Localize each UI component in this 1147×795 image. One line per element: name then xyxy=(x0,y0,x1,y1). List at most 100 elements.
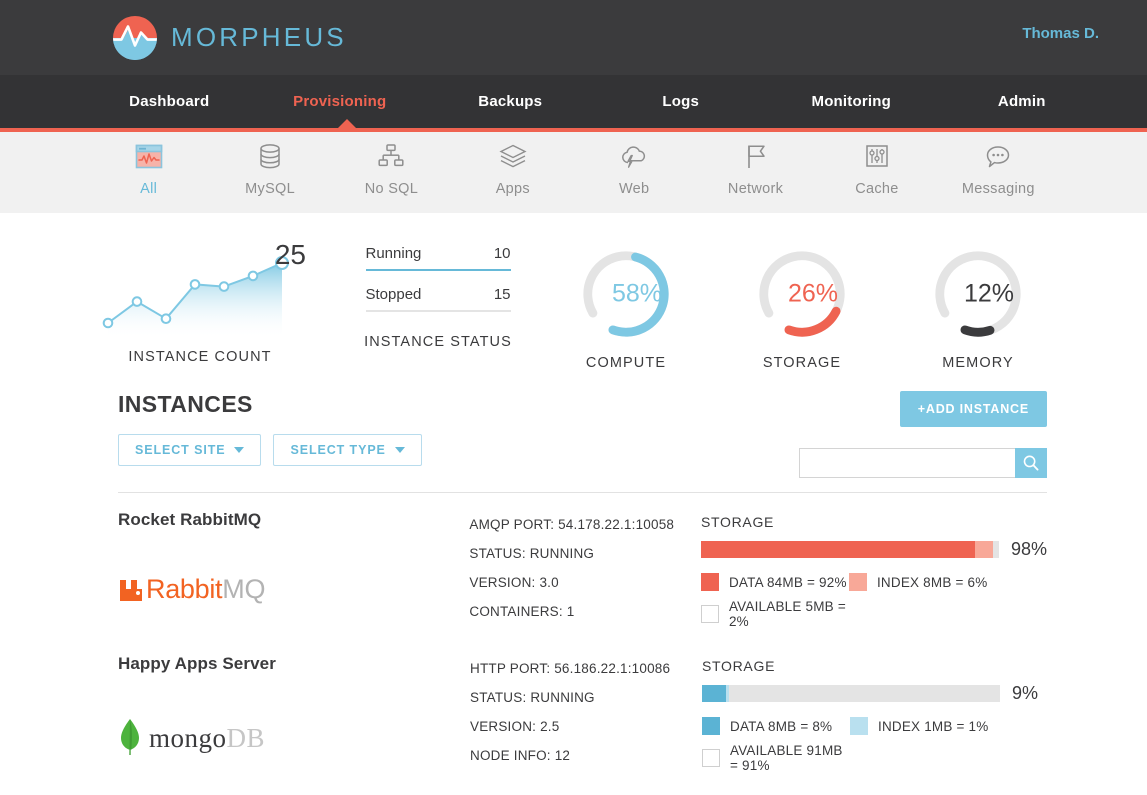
memory-gauge-value: 12% xyxy=(929,280,1027,309)
subnav-item-apps[interactable]: Apps xyxy=(452,140,573,197)
cloud-lightning-icon xyxy=(619,142,649,172)
instance-meta-line: HTTP PORT: 56.186.22.1:10086 xyxy=(470,661,702,676)
sliders-icon xyxy=(862,140,892,174)
rabbitmq-mark-icon xyxy=(118,577,144,603)
nav-item-provisioning[interactable]: Provisioning xyxy=(255,93,426,110)
database-cylinder-icon xyxy=(255,142,285,172)
brand[interactable]: MORPHEUS xyxy=(113,16,347,60)
storage-bar-segment xyxy=(975,541,993,558)
subnav-item-label: MySQL xyxy=(245,181,295,197)
memory-gauge-title: MEMORY xyxy=(942,355,1014,371)
morpheus-logo-icon xyxy=(113,16,157,60)
legend-swatch-index xyxy=(849,573,867,591)
instance-meta-line: STATUS: RUNNING xyxy=(470,690,702,705)
filter-label: SELECT SITE xyxy=(135,443,225,457)
storage-legend-item: DATA 8MB = 8% xyxy=(702,717,850,735)
status-value: 10 xyxy=(494,245,511,262)
instance-name[interactable]: Rocket RabbitMQ xyxy=(118,510,469,530)
add-instance-button[interactable]: +ADD INSTANCE xyxy=(900,391,1047,427)
storage-legend-item: INDEX 1MB = 1% xyxy=(850,717,988,735)
nav-active-pointer xyxy=(337,119,357,129)
instances-list: Rocket RabbitMQ RabbitMQ AMQP PORT: 54.1… xyxy=(0,493,1147,781)
storage-legend-line: AVAILABLE 91MB = 91% xyxy=(702,743,1047,773)
storage-legend-item: AVAILABLE 91MB = 91% xyxy=(702,743,850,773)
rabbitmq-logo: RabbitMQ xyxy=(118,574,469,605)
instance-logo: mongoDB xyxy=(118,718,470,758)
legend-label: DATA 8MB = 8% xyxy=(730,719,832,734)
subnav-item-all[interactable]: All xyxy=(88,140,209,197)
user-menu[interactable]: Thomas D. xyxy=(1022,25,1099,42)
storage-bar-segment xyxy=(729,685,1000,702)
subnav-item-label: Messaging xyxy=(962,181,1035,197)
compute-gauge: 58% xyxy=(577,245,675,343)
stat-instance-status: Running 10 Stopped 15 INSTANCE STATUS xyxy=(338,245,538,350)
status-row: Running 10 xyxy=(366,245,511,271)
storage-bar-row: 9% xyxy=(702,683,1047,704)
chevron-down-icon xyxy=(395,447,405,453)
storage-legend-line: DATA 8MB = 8% INDEX 1MB = 1% xyxy=(702,717,1047,735)
legend-label: AVAILABLE 5MB = 2% xyxy=(729,599,849,629)
subnav-item-no-sql[interactable]: No SQL xyxy=(331,140,452,197)
stat-gauge-storage: 26% STORAGE xyxy=(714,245,890,371)
status-value: 15 xyxy=(494,286,511,303)
nav-item-admin[interactable]: Admin xyxy=(937,93,1108,110)
nav-item-dashboard[interactable]: Dashboard xyxy=(84,93,255,110)
instance-count-value: 25 xyxy=(275,239,306,271)
legend-label: INDEX 8MB = 6% xyxy=(877,575,987,590)
subnav-item-label: Apps xyxy=(496,181,530,197)
cloud-lightning-icon xyxy=(619,140,649,174)
hierarchy-nodes-icon xyxy=(376,142,406,172)
subnav-item-cache[interactable]: Cache xyxy=(816,140,937,197)
filter-select-type[interactable]: SELECT TYPE xyxy=(273,434,421,466)
speech-bubble-icon xyxy=(983,142,1013,172)
sliders-icon xyxy=(862,142,892,172)
status-label: Stopped xyxy=(366,286,422,303)
instance-row[interactable]: Rocket RabbitMQ RabbitMQ AMQP PORT: 54.1… xyxy=(0,493,1147,637)
legend-swatch-data xyxy=(701,573,719,591)
storage-gauge-value: 26% xyxy=(753,280,851,309)
stacked-layers-icon xyxy=(498,140,528,174)
storage-total-percent: 98% xyxy=(1011,539,1047,560)
legend-swatch-data xyxy=(702,717,720,735)
stat-instance-count: 25 INSTANCE COUNT xyxy=(80,245,320,365)
instance-meta-line: CONTAINERS: 1 xyxy=(469,604,701,619)
instance-row[interactable]: Happy Apps Server mongoDB HTTP PORT: 56.… xyxy=(0,637,1147,781)
subnav-item-web[interactable]: Web xyxy=(574,140,695,197)
nav-item-logs[interactable]: Logs xyxy=(596,93,767,110)
search-input[interactable] xyxy=(799,448,1015,478)
subnav-item-mysql[interactable]: MySQL xyxy=(209,140,330,197)
nav-item-backups[interactable]: Backups xyxy=(425,93,596,110)
instance-storage-column: STORAGE 9% DATA 8MB = 8% INDEX 1MB = 1% xyxy=(702,654,1047,781)
subnav-item-label: No SQL xyxy=(365,181,418,197)
instance-meta-line: VERSION: 3.0 xyxy=(469,575,701,590)
instance-name-column: Happy Apps Server mongoDB xyxy=(118,654,470,781)
storage-legend-item: AVAILABLE 5MB = 2% xyxy=(701,599,849,629)
storage-legend: DATA 84MB = 92% INDEX 8MB = 6% AVAILABLE… xyxy=(701,573,1047,629)
instance-meta-line: NODE INFO: 12 xyxy=(470,748,702,763)
instance-name-column: Rocket RabbitMQ RabbitMQ xyxy=(118,510,469,637)
subnav-item-messaging[interactable]: Messaging xyxy=(938,140,1059,197)
storage-bar-segment xyxy=(702,685,726,702)
window-chart-icon xyxy=(134,140,164,174)
status-label: Running xyxy=(366,245,422,262)
nav-accent-bar xyxy=(0,128,1147,132)
storage-heading: STORAGE xyxy=(702,658,1047,674)
flag-icon xyxy=(741,140,771,174)
nav-item-monitoring[interactable]: Monitoring xyxy=(766,93,937,110)
mongodb-logo: mongoDB xyxy=(118,718,470,758)
instance-meta-line: AMQP PORT: 54.178.22.1:10058 xyxy=(469,517,701,532)
instance-name[interactable]: Happy Apps Server xyxy=(118,654,470,674)
chevron-down-icon xyxy=(234,447,244,453)
search-button[interactable] xyxy=(1015,448,1047,478)
search-bar xyxy=(799,448,1047,478)
main-navigation: DashboardProvisioningBackupsLogsMonitori… xyxy=(0,75,1147,128)
instance-count-title: INSTANCE COUNT xyxy=(128,349,271,365)
storage-bar-segment xyxy=(993,541,999,558)
subnav-item-label: Cache xyxy=(855,181,898,197)
hierarchy-nodes-icon xyxy=(376,140,406,174)
compute-gauge-value: 58% xyxy=(577,280,675,309)
instance-count-sparkline: 25 xyxy=(100,245,300,337)
filter-select-site[interactable]: SELECT SITE xyxy=(118,434,261,466)
subnav-item-network[interactable]: Network xyxy=(695,140,816,197)
storage-legend: DATA 8MB = 8% INDEX 1MB = 1% AVAILABLE 9… xyxy=(702,717,1047,773)
